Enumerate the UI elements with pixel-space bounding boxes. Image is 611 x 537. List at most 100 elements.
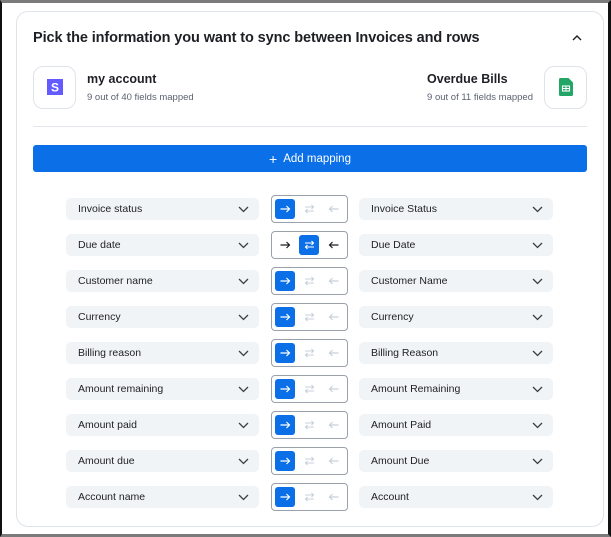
sync-direction-toggle [271,411,348,439]
sync-two-way-button[interactable] [299,271,319,291]
source-field-select[interactable]: Amount due [66,450,259,472]
target-field-select[interactable]: Amount Remaining [359,378,553,400]
stripe-logo-icon: S [46,79,63,95]
chevron-down-icon [237,347,249,359]
sync-two-way-button[interactable] [299,343,319,363]
source-field-select[interactable]: Customer name [66,270,259,292]
sync-to-source-button[interactable] [323,451,343,471]
sync-to-target-button[interactable] [275,451,295,471]
arrow-right-icon [280,313,290,321]
target-field-select[interactable]: Customer Name [359,270,553,292]
sync-to-source-button[interactable] [323,307,343,327]
chevron-down-icon [531,491,543,503]
sync-two-way-button[interactable] [299,199,319,219]
arrow-right-icon [280,349,290,357]
arrow-right-icon [280,421,290,429]
target-field-select[interactable]: Invoice Status [359,198,553,220]
sync-two-way-button[interactable] [299,451,319,471]
mapping-row: Amount due Amount Due [66,443,553,479]
source-field-value: Customer name [78,275,153,287]
mapping-row: Account name Account [66,479,553,515]
sync-to-target-button[interactable] [275,415,295,435]
target-field-select[interactable]: Currency [359,306,553,328]
source-field-select[interactable]: Amount paid [66,414,259,436]
arrow-left-icon [328,241,338,249]
arrow-left-icon [328,421,338,429]
sync-to-target-button[interactable] [275,379,295,399]
target-field-value: Currency [371,311,414,323]
source-field-select[interactable]: Currency [66,306,259,328]
target-field-select[interactable]: Amount Due [359,450,553,472]
source-field-value: Amount remaining [78,383,164,395]
target-field-value: Amount Remaining [371,383,461,395]
target-field-value: Amount Due [371,455,430,467]
source-field-select[interactable]: Billing reason [66,342,259,364]
chevron-down-icon [237,311,249,323]
chevron-down-icon [237,455,249,467]
chevron-down-icon [531,455,543,467]
target-field-select[interactable]: Billing Reason [359,342,553,364]
sync-to-source-button[interactable] [323,415,343,435]
add-mapping-button[interactable]: + Add mapping [33,145,587,172]
sync-to-source-button[interactable] [323,343,343,363]
arrow-right-icon [280,493,290,501]
chevron-down-icon [237,419,249,431]
field-mapping-card: Pick the information you want to sync be… [16,11,604,527]
source-field-value: Account name [78,491,146,503]
sync-to-target-button[interactable] [275,487,295,507]
divider [33,126,587,127]
source-app: S my account 9 out of 40 fields mapped [33,65,194,109]
sync-to-target-button[interactable] [275,307,295,327]
source-field-value: Currency [78,311,121,323]
sync-two-way-button[interactable] [299,307,319,327]
sync-to-target-button[interactable] [275,343,295,363]
arrow-left-icon [328,313,338,321]
mapping-row: Billing reason Billing Reason [66,335,553,371]
arrow-left-icon [328,277,338,285]
sync-to-source-button[interactable] [323,271,343,291]
source-app-fields-mapped: 9 out of 40 fields mapped [87,91,194,103]
sync-two-way-button[interactable] [299,415,319,435]
arrow-right-icon [280,385,290,393]
svg-text:S: S [50,81,58,95]
two-way-arrows-icon [304,384,314,394]
source-field-value: Billing reason [78,347,142,359]
two-way-arrows-icon [304,348,314,358]
arrow-left-icon [328,349,338,357]
chevron-down-icon [531,239,543,251]
target-app: Overdue Bills 9 out of 11 fields mapped [427,65,587,109]
sync-two-way-button[interactable] [299,487,319,507]
target-app-fields-mapped: 9 out of 11 fields mapped [427,91,533,103]
mapping-row: Customer name Customer Name [66,263,553,299]
target-field-value: Billing Reason [371,347,439,359]
sync-direction-toggle [271,375,348,403]
sync-two-way-button[interactable] [299,235,319,255]
collapse-button[interactable] [569,29,585,45]
chevron-down-icon [531,275,543,287]
sync-to-target-button[interactable] [275,199,295,219]
sync-direction-toggle [271,231,348,259]
sync-to-source-button[interactable] [323,199,343,219]
mapping-list: Invoice status Invoice Status Due date D… [66,191,553,515]
sync-to-source-button[interactable] [323,235,343,255]
target-field-select[interactable]: Account [359,486,553,508]
sync-to-source-button[interactable] [323,487,343,507]
target-field-select[interactable]: Amount Paid [359,414,553,436]
source-field-select[interactable]: Account name [66,486,259,508]
target-field-select[interactable]: Due Date [359,234,553,256]
source-field-select[interactable]: Due date [66,234,259,256]
source-field-select[interactable]: Amount remaining [66,378,259,400]
two-way-arrows-icon [304,276,314,286]
arrow-right-icon [280,205,290,213]
target-field-value: Due Date [371,239,416,251]
target-field-value: Customer Name [371,275,448,287]
source-field-select[interactable]: Invoice status [66,198,259,220]
chevron-down-icon [531,347,543,359]
sync-to-source-button[interactable] [323,379,343,399]
arrow-left-icon [328,385,338,393]
sync-to-target-button[interactable] [275,271,295,291]
sync-to-target-button[interactable] [275,235,295,255]
card-title: Pick the information you want to sync be… [33,30,480,46]
arrow-left-icon [328,493,338,501]
sync-two-way-button[interactable] [299,379,319,399]
